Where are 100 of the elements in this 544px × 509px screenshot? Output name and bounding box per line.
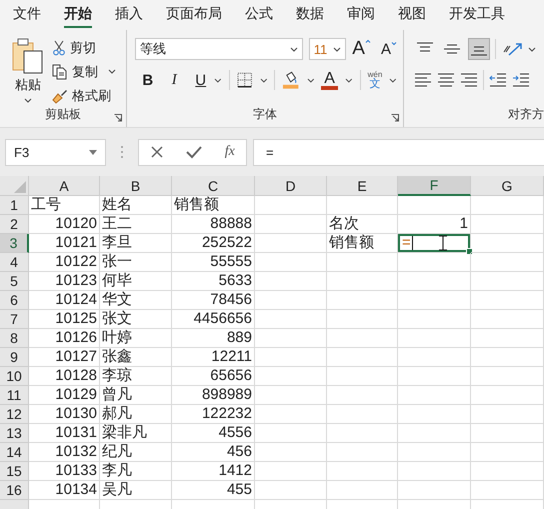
- borders-icon[interactable]: [237, 72, 253, 88]
- table-cell: 10130: [29, 405, 100, 424]
- caret-icon: [333, 46, 342, 52]
- insert-function-button[interactable]: fx: [224, 144, 235, 160]
- empty-cell: [327, 310, 398, 329]
- font-style-button[interactable]: I: [167, 72, 181, 88]
- grow-font-button[interactable]: A: [352, 38, 371, 60]
- empty-cell: [327, 462, 398, 481]
- table-cell: 65656: [172, 367, 255, 386]
- empty-cell: [327, 291, 398, 310]
- table-cell: 898989: [172, 386, 255, 405]
- dialog-launcher-icon[interactable]: [391, 114, 399, 122]
- row-header[interactable]: 1: [0, 196, 29, 215]
- increase-indent-icon[interactable]: [512, 73, 530, 87]
- table-cell: 张文: [100, 310, 172, 329]
- ribbon-tab[interactable]: 数据: [296, 2, 324, 28]
- table-cell: 10125: [29, 310, 100, 329]
- align-right-icon[interactable]: [460, 73, 478, 87]
- clipboard-action[interactable]: 剪切: [52, 38, 116, 57]
- check-icon[interactable]: [186, 145, 202, 159]
- empty-cell: [327, 367, 398, 386]
- align-center-icon[interactable]: [437, 73, 455, 87]
- vertical-align-button[interactable]: [468, 38, 490, 60]
- empty-cell: [255, 291, 327, 310]
- empty-cell: [327, 272, 398, 291]
- ribbon-tab[interactable]: 开发工具: [449, 2, 505, 28]
- table-cell: 梁非凡: [100, 424, 172, 443]
- row-header[interactable]: 11: [0, 386, 29, 405]
- table-cell: 郝凡: [100, 405, 172, 424]
- row-header[interactable]: 10: [0, 367, 29, 386]
- row-header[interactable]: 7: [0, 310, 29, 329]
- align-left-icon[interactable]: [414, 73, 432, 87]
- paste-button[interactable]: 粘贴: [12, 36, 44, 112]
- ribbon-tab[interactable]: 文件: [13, 2, 41, 28]
- ribbon-tab[interactable]: 视图: [398, 2, 426, 28]
- font-color-button[interactable]: A: [321, 70, 338, 90]
- empty-cell: [327, 253, 398, 272]
- empty-cell: [255, 329, 327, 348]
- caret-icon: [24, 98, 32, 103]
- font-style-button[interactable]: B: [141, 72, 154, 88]
- phonetic-button[interactable]: wén 文: [368, 70, 382, 90]
- column-header[interactable]: D: [255, 176, 327, 196]
- fill-color-icon[interactable]: [282, 71, 300, 89]
- row-header[interactable]: 12: [0, 405, 29, 424]
- font-size-field[interactable]: 11: [308, 38, 346, 60]
- table-cell: 10129: [29, 386, 100, 405]
- table-cell: 10134: [29, 481, 100, 500]
- dialog-launcher-icon[interactable]: [114, 114, 122, 122]
- decrease-indent-icon[interactable]: [489, 73, 507, 87]
- row-header[interactable]: 15: [0, 462, 29, 481]
- column-header[interactable]: C: [172, 176, 255, 196]
- row-header[interactable]: 4: [0, 253, 29, 272]
- row-header[interactable]: 16: [0, 481, 29, 500]
- ribbon-tab[interactable]: 公式: [245, 2, 273, 28]
- ribbon-tab[interactable]: 开始: [64, 2, 92, 28]
- table-cell: 吴凡: [100, 481, 172, 500]
- cell-input[interactable]: =: [398, 234, 471, 253]
- column-header[interactable]: E: [327, 176, 398, 196]
- empty-cell: [255, 215, 327, 234]
- row-header[interactable]: 9: [0, 348, 29, 367]
- table-cell: 5633: [172, 272, 255, 291]
- row-header[interactable]: 14: [0, 443, 29, 462]
- group-label: 对齐方: [508, 107, 544, 121]
- font-name-field[interactable]: 等线: [135, 38, 303, 60]
- table-cell: 李旦: [100, 234, 172, 253]
- table-cell: 12211: [172, 348, 255, 367]
- brush-icon: [52, 88, 68, 104]
- table-cell: 姓名: [100, 196, 172, 215]
- formula-field[interactable]: =: [253, 138, 544, 166]
- row-header[interactable]: 2: [0, 215, 29, 234]
- fill-handle[interactable]: [466, 248, 473, 255]
- row-header[interactable]: 3: [0, 234, 29, 253]
- column-header[interactable]: B: [100, 176, 172, 196]
- row-header[interactable]: 13: [0, 424, 29, 443]
- row-header[interactable]: 6: [0, 291, 29, 310]
- column-header[interactable]: F: [398, 176, 471, 196]
- ribbon-tab[interactable]: 页面布局: [166, 2, 222, 28]
- empty-cell: [255, 386, 327, 405]
- table-cell: 78456: [172, 291, 255, 310]
- row-header[interactable]: 8: [0, 329, 29, 348]
- table-cell: 10126: [29, 329, 100, 348]
- caret-icon: [389, 78, 397, 82]
- ribbon-tab[interactable]: 插入: [115, 2, 143, 28]
- cancel-icon[interactable]: [150, 145, 164, 159]
- table-cell: 10128: [29, 367, 100, 386]
- shrink-font-button[interactable]: A: [380, 40, 397, 58]
- name-box[interactable]: F3: [5, 138, 106, 166]
- font-style-button[interactable]: U: [194, 72, 208, 88]
- ribbon-tab[interactable]: 审阅: [347, 2, 375, 28]
- empty-cell: [327, 329, 398, 348]
- clipboard-action[interactable]: 复制: [52, 62, 116, 81]
- table-cell: 10120: [29, 215, 100, 234]
- row-header[interactable]: 5: [0, 272, 29, 291]
- caret-icon: [260, 78, 268, 82]
- caret-icon: [344, 78, 353, 82]
- clipboard-action[interactable]: 格式刷: [52, 86, 116, 105]
- column-header[interactable]: G: [471, 176, 544, 196]
- column-header[interactable]: A: [29, 176, 100, 196]
- table-cell: 455: [172, 481, 255, 500]
- group-label: 字体: [253, 107, 277, 121]
